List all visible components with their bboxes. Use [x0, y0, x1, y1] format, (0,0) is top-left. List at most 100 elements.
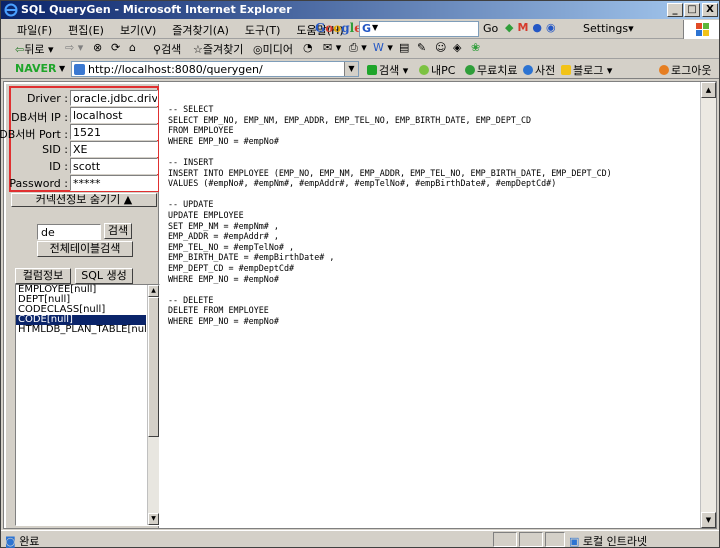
browser-window: SQL QueryGen - Microsoft Internet Explor… — [0, 0, 720, 548]
messenger-button[interactable]: ☺ — [435, 41, 446, 54]
table-list[interactable]: EMPLOYEE[null] DEPT[null] CODECLASS[null] C… — [15, 284, 160, 526]
connection-field-input[interactable]: scott — [70, 158, 158, 174]
history-icon: ◔ — [303, 41, 313, 54]
table-list-scrollbar[interactable]: ▲ ▼ — [147, 285, 159, 525]
search-button[interactable]: ⚲검색 — [153, 41, 181, 57]
google-logo: Google — [315, 21, 362, 35]
favorites-icon: ☆ — [193, 43, 203, 56]
favorites-button[interactable]: ☆즐겨찾기 — [193, 41, 243, 57]
windows-logo — [683, 20, 719, 39]
table-search-button[interactable]: 검색 — [104, 223, 132, 239]
hide-connection-info-button[interactable]: 커넥션정보 숨기기 ▲ — [11, 193, 157, 207]
connection-field-input[interactable]: 1521 — [70, 124, 158, 140]
sql-generate-button[interactable]: SQL 생성 — [75, 268, 133, 284]
stop-icon: ⊗ — [93, 41, 103, 54]
research-button[interactable]: ✎ — [417, 41, 426, 54]
home-button[interactable]: ⌂ — [129, 41, 136, 54]
forward-button[interactable]: ⇨ ▾ — [65, 41, 83, 54]
status-bar: ◙ 완료 ▣ 로컬 인트라넷 — [1, 530, 719, 548]
page-scrollbar[interactable]: ▲ ▼ — [700, 82, 716, 528]
status-cell — [519, 532, 543, 547]
mypc-button[interactable]: 내PC — [419, 62, 455, 78]
table-list-item[interactable]: HTMLDB_PLAN_TABLE[null] — [16, 325, 159, 335]
search-icon: ⚲ — [153, 43, 162, 56]
logout-button[interactable]: 로그아웃 — [659, 62, 711, 78]
naver-search-button[interactable]: 검색 ▾ — [367, 62, 408, 78]
media-button[interactable]: ◎미디어 — [253, 41, 293, 57]
back-button[interactable]: ⇦뒤로 ▾ — [15, 41, 54, 57]
connection-field-label: Driver : — [26, 92, 68, 105]
menu-item[interactable]: 파일(F) — [9, 22, 60, 38]
security-zone: ▣ 로컬 인트라넷 — [569, 535, 648, 548]
media-icon: ◎ — [253, 43, 263, 56]
status-text: ◙ 완료 — [5, 535, 40, 548]
google-go-button[interactable]: Go — [483, 22, 498, 35]
maximize-button[interactable]: □ — [684, 3, 700, 17]
print-button[interactable]: ⎙ ▾ — [349, 41, 367, 55]
connection-field-label: DB서버 Port : — [0, 128, 68, 141]
connection-field-label: SID : — [42, 143, 68, 156]
print-icon: ⎙ — [349, 41, 358, 54]
google-toolbar: Google G ▼ Go ◆ M ● ◉ Settings▾ — [315, 21, 655, 37]
messenger-icon: ☺ — [435, 41, 447, 54]
minimize-button[interactable]: _ — [667, 3, 683, 17]
scroll-thumb[interactable] — [148, 297, 159, 437]
show-all-tables-button[interactable]: 전체테이블검색 — [37, 241, 133, 257]
page-done-icon: ◙ — [5, 535, 16, 548]
addon-icon: ❀ — [471, 41, 481, 54]
menu-item[interactable]: 도구(T) — [237, 22, 289, 38]
free-treat-button[interactable]: 무료치료 — [465, 62, 517, 78]
connection-field-label: DB서버 IP : — [11, 111, 68, 124]
blog-button[interactable]: 블로그 ▾ — [561, 62, 612, 78]
edit-button[interactable]: W ▾ — [373, 41, 393, 54]
scroll-up-arrow-icon[interactable]: ▲ — [701, 82, 716, 98]
menu-item[interactable]: 보기(V) — [112, 22, 164, 38]
tool-icon: ◈ — [453, 41, 462, 54]
plus-icon — [465, 65, 475, 75]
refresh-button[interactable]: ⟳ — [111, 41, 120, 54]
column-info-button[interactable]: 컬럼정보 — [15, 268, 71, 284]
dictionary-icon — [523, 65, 533, 75]
scroll-up-arrow-icon[interactable]: ▲ — [148, 285, 159, 297]
intranet-icon: ▣ — [569, 535, 580, 548]
gmail-icon[interactable]: M — [517, 21, 528, 34]
naver-menu-chevron-icon[interactable]: ▼ — [59, 64, 65, 73]
history-button[interactable]: ◔ — [303, 41, 313, 54]
table-search-input[interactable]: de — [37, 224, 101, 240]
url-input[interactable]: http://localhost:8080/querygen/ ▼ — [71, 61, 359, 77]
url-text: http://localhost:8080/querygen/ — [88, 63, 263, 76]
scroll-down-arrow-icon[interactable]: ▼ — [701, 512, 716, 528]
connection-field-input[interactable]: ***** — [70, 175, 158, 191]
scroll-down-arrow-icon[interactable]: ▼ — [148, 513, 159, 525]
google-g-icon: G — [362, 22, 372, 35]
addon-button[interactable]: ❀ — [471, 41, 480, 54]
tool-button[interactable]: ◈ — [453, 41, 461, 54]
connection-field-input[interactable]: XE — [70, 141, 158, 157]
chevron-down-icon[interactable]: ▼ — [344, 62, 358, 76]
connection-field-input[interactable]: oracle.jdbc.driver.C — [70, 90, 158, 106]
translate-icon[interactable]: ◉ — [546, 21, 556, 34]
mypc-icon — [419, 65, 429, 75]
globe-icon[interactable]: ● — [532, 21, 542, 34]
left-panel: Driver :oracle.jdbc.driver.CDB서버 IP :loc… — [0, 84, 160, 528]
connection-field-row: DB서버 IP : localhost — [11, 107, 158, 124]
connection-field-input[interactable]: localhost — [70, 107, 158, 123]
mail-button[interactable]: ✉ ▾ — [323, 41, 341, 54]
google-settings-button[interactable]: Settings▾ — [583, 22, 634, 35]
page-content: Driver :oracle.jdbc.driver.CDB서버 IP :loc… — [0, 81, 717, 529]
page-rank-icon[interactable]: ◆ — [505, 21, 513, 34]
close-button[interactable]: X — [702, 3, 718, 17]
menu-item[interactable]: 즐겨찾기(A) — [164, 22, 237, 38]
menu-item[interactable]: 편집(E) — [60, 22, 112, 38]
connection-field-row: Password : ***** — [9, 175, 158, 192]
connection-field-row: ID : scott — [11, 158, 158, 175]
title-bar: SQL QueryGen - Microsoft Internet Explor… — [1, 1, 719, 19]
discuss-button[interactable]: ▤ — [399, 41, 409, 54]
google-tool-icons: ◆ M ● ◉ — [505, 21, 556, 34]
blog-icon — [561, 65, 571, 75]
stop-button[interactable]: ⊗ — [93, 41, 102, 54]
google-search-input[interactable]: G ▼ — [359, 21, 479, 37]
naver-logo[interactable]: NAVER — [15, 62, 56, 75]
dictionary-button[interactable]: 사전 — [523, 62, 555, 78]
standard-toolbar: ⇦뒤로 ▾ ⇨ ▾ ⊗ ⟳ ⌂ ⚲검색 ☆즐겨찾기 ◎미디어 ◔ ✉ ▾ ⎙ ▾… — [1, 39, 719, 59]
